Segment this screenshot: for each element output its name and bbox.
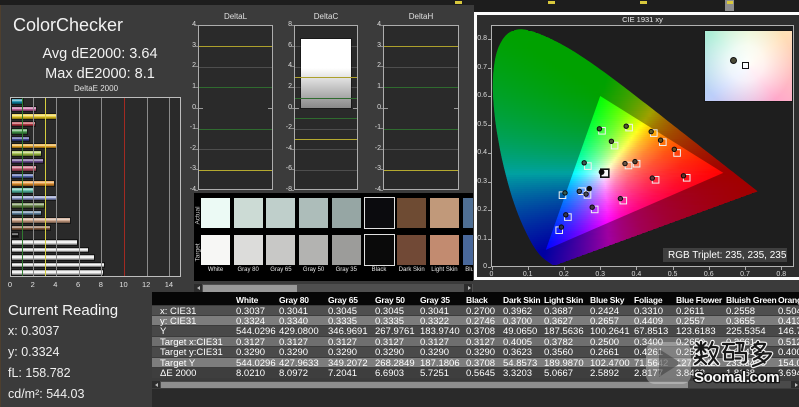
svg-text:Soomal.com: Soomal.com: [694, 369, 779, 386]
